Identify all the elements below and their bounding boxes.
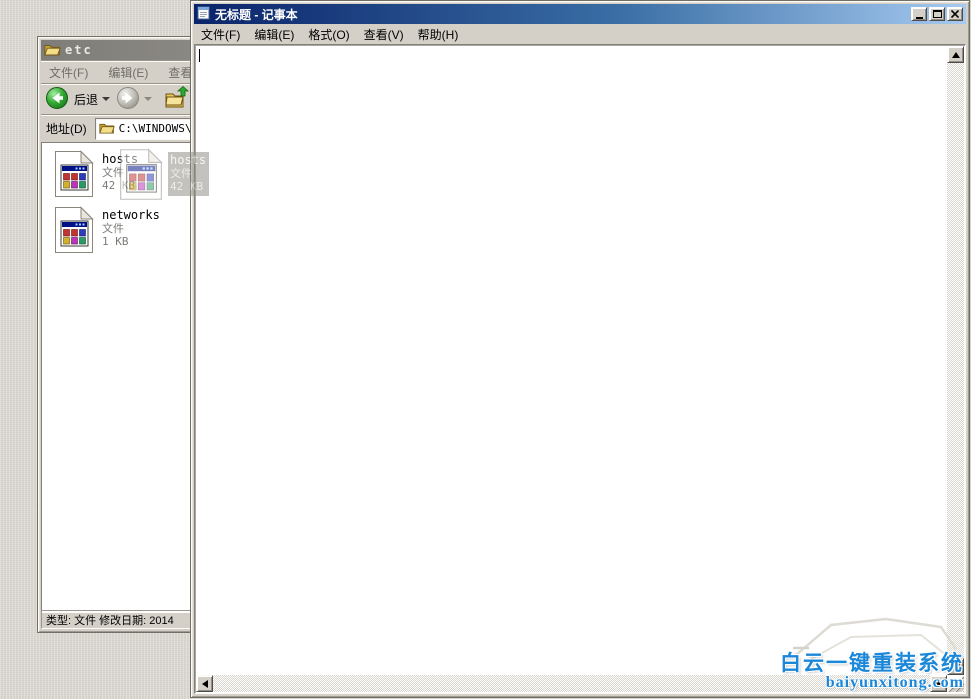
close-button[interactable]: [947, 7, 963, 21]
ghost-file-name: hosts: [170, 153, 206, 167]
notepad-menu-view[interactable]: 查看(V): [364, 26, 404, 43]
file-type: 文件: [102, 222, 160, 235]
file-tile-networks[interactable]: networks 文件 1 KB: [54, 206, 160, 257]
open-folder-icon: [99, 121, 115, 137]
address-label: 地址(D): [46, 120, 87, 137]
ghost-file-type: 文件: [170, 167, 206, 180]
generic-file-icon: [119, 148, 163, 204]
generic-file-icon: [54, 150, 94, 201]
scroll-left-button[interactable]: [196, 675, 213, 692]
maximize-button[interactable]: [929, 7, 945, 21]
vertical-scrollbar-track[interactable]: [947, 63, 964, 658]
notepad-menu-help[interactable]: 帮助(H): [418, 26, 459, 43]
file-size: 1 KB: [102, 235, 160, 248]
minimize-icon: [916, 17, 923, 19]
triangle-up-icon: [952, 52, 960, 58]
text-caret: [199, 49, 200, 62]
notepad-text-area[interactable]: [194, 44, 966, 694]
notepad-menubar: 文件(F) 编辑(E) 格式(O) 查看(V) 帮助(H): [194, 25, 966, 44]
notepad-titlebar[interactable]: 无标题 - 记事本: [194, 4, 966, 24]
notepad-menu-edit[interactable]: 编辑(E): [254, 26, 294, 43]
minimize-button[interactable]: [911, 7, 927, 21]
triangle-left-icon: [202, 680, 208, 688]
address-value[interactable]: C:\WINDOWS\s: [119, 122, 198, 135]
watermark-url-text: baiyunxitong.com: [780, 675, 964, 692]
etc-menu-file[interactable]: 文件(F): [49, 64, 88, 81]
notepad-menu-format[interactable]: 格式(O): [308, 26, 349, 43]
scroll-up-button[interactable]: [947, 46, 964, 63]
maximize-icon: [933, 10, 942, 18]
ghost-file-size: 42 KB: [170, 180, 206, 193]
back-button-label: 后退: [74, 91, 98, 108]
notepad-menu-file[interactable]: 文件(F): [201, 26, 240, 43]
notepad-window-title: 无标题 - 记事本: [215, 6, 298, 23]
generic-file-icon: [54, 206, 94, 257]
folder-up-icon: [164, 99, 189, 113]
watermark-brand-text: 白云一键重装系统: [780, 653, 964, 675]
etc-menu-edit[interactable]: 编辑(E): [108, 64, 148, 81]
gray-forward-arrow-icon: [116, 99, 140, 113]
green-back-arrow-icon: [45, 86, 69, 113]
forward-dropdown-icon[interactable]: [144, 97, 152, 101]
open-folder-icon: [44, 42, 61, 59]
watermark: 白云一键重装系统 baiyunxitong.com: [780, 653, 964, 692]
up-folder-button[interactable]: [164, 86, 189, 113]
notepad-icon: [197, 6, 211, 23]
etc-window-title: etc: [65, 43, 93, 57]
file-name[interactable]: networks: [102, 208, 160, 222]
back-dropdown-icon[interactable]: [102, 97, 110, 101]
back-button[interactable]: 后退: [45, 86, 98, 113]
forward-button[interactable]: [116, 86, 140, 113]
notepad-window[interactable]: 无标题 - 记事本 文件(F) 编辑(E) 格式(O) 查看(V) 帮助(H): [190, 0, 970, 698]
status-text: 类型: 文件 修改日期: 2014: [46, 612, 174, 628]
drag-ghost-hosts: hosts 文件 42 KB: [119, 148, 209, 204]
close-icon: [951, 10, 959, 18]
